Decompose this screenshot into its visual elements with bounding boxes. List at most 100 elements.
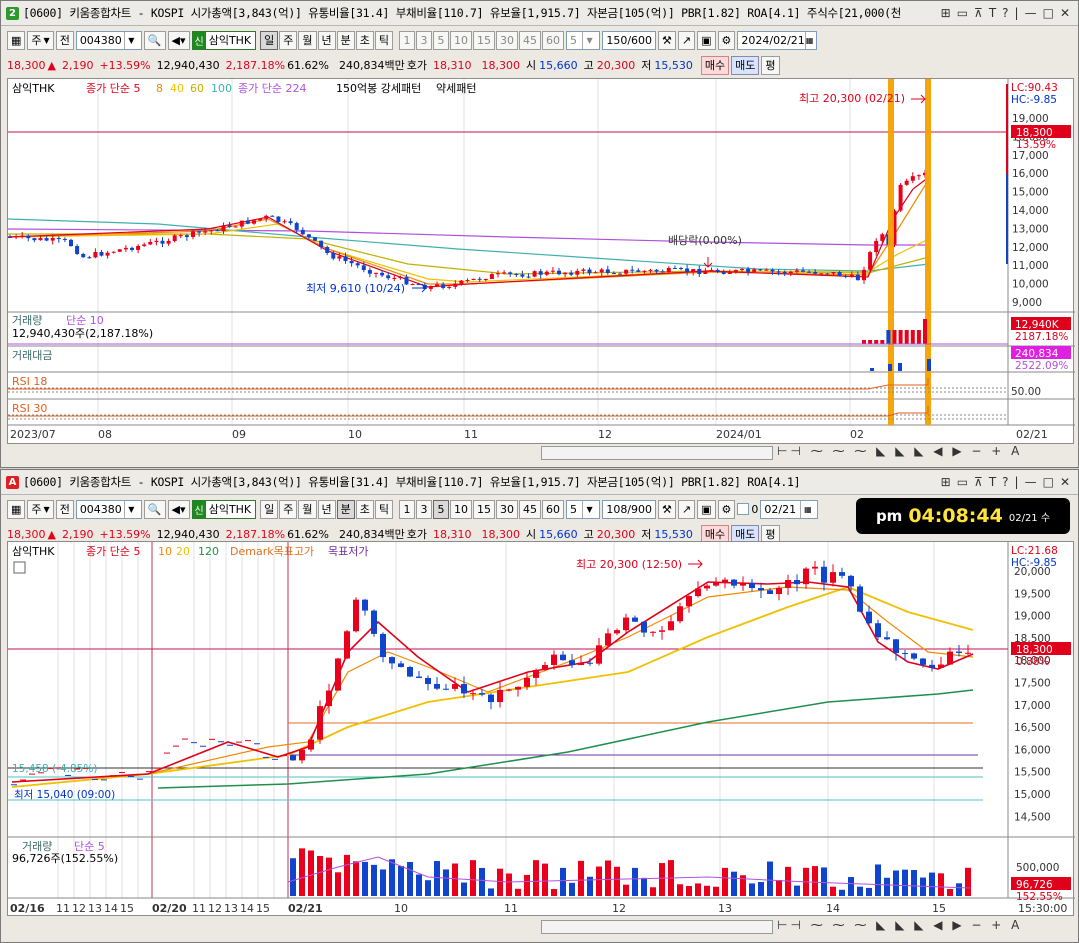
minimize-icon[interactable]: —	[1025, 6, 1037, 20]
minimize-tray-icon[interactable]: ▭	[957, 6, 968, 20]
dividend-annotation: 배당락(0.00%)	[668, 234, 742, 247]
link-icon[interactable]: ⊞	[941, 6, 951, 20]
period-year[interactable]: 년	[317, 499, 336, 519]
grid-icon[interactable]: ▦	[7, 30, 26, 50]
maximize-icon[interactable]: □	[1043, 475, 1054, 489]
maximize-icon[interactable]: □	[1043, 6, 1054, 20]
chart-tools-icon[interactable]: ⚒	[658, 30, 676, 50]
stock-name-field[interactable]: 신 삼익THK	[191, 30, 257, 50]
help-icon[interactable]: ?	[1002, 6, 1008, 20]
sound-icon[interactable]: ◀▾	[167, 499, 190, 519]
minimize-tray-icon[interactable]: ▭	[957, 475, 968, 489]
period-left-select[interactable]: 주 ▼	[27, 499, 54, 519]
settings-icon[interactable]: ⚙	[717, 30, 736, 50]
sound-icon[interactable]: ◀▾	[167, 30, 190, 50]
search-icon[interactable]: 🔍	[143, 499, 166, 519]
save-icon[interactable]: ▣	[697, 499, 716, 519]
interval-15[interactable]: 15	[473, 499, 496, 519]
minute-chart-svg[interactable]: 삼익THK 종가 단순 5 10 20 120 Demark목표고가 목표저가 …	[8, 542, 1075, 915]
help-icon[interactable]: ?	[1002, 475, 1008, 489]
search-icon[interactable]: 🔍	[143, 30, 166, 50]
close-icon[interactable]: ✕	[1060, 475, 1070, 489]
period-month[interactable]: 월	[298, 499, 317, 519]
table-icon[interactable]	[13, 561, 26, 574]
candle	[56, 238, 61, 240]
text-icon[interactable]: T	[989, 6, 996, 20]
indicator-icon[interactable]: ↗	[677, 30, 696, 50]
avg-button[interactable]: 평	[761, 55, 780, 75]
save-icon[interactable]: ▣	[697, 30, 716, 50]
stock-name-field[interactable]: 신 삼익THK	[191, 499, 257, 519]
candle	[825, 273, 830, 275]
indicator-icon[interactable]: ↗	[677, 499, 696, 519]
buy-button[interactable]: 매수	[700, 55, 730, 75]
checkbox[interactable]	[737, 503, 750, 515]
candle	[956, 651, 962, 653]
interval-60[interactable]: 60	[542, 30, 565, 50]
period-second[interactable]: 초	[355, 499, 374, 519]
period-day[interactable]: 일	[260, 499, 279, 519]
minute-chart-area[interactable]: 삼익THK 종가 단순 5 10 20 120 Demark목표고가 목표저가 …	[7, 541, 1075, 916]
interval-30[interactable]: 30	[496, 499, 519, 519]
interval-5[interactable]: 5	[433, 30, 450, 50]
period-tick[interactable]: 틱	[374, 499, 394, 519]
period-tick[interactable]: 틱	[374, 30, 394, 50]
checkbox-value: 0	[751, 502, 759, 516]
volume-bar	[938, 873, 944, 896]
close-icon[interactable]: ✕	[1060, 6, 1070, 20]
period-week[interactable]: 주	[279, 30, 298, 50]
daily-chart-area[interactable]: 삼익THK 종가 단순 5 8 40 60 100 종가 단순 224 150억…	[7, 78, 1075, 444]
chart-tools-icon[interactable]: ⚒	[658, 499, 676, 519]
interval-45[interactable]: 45	[519, 30, 542, 50]
legend-ma10: 10	[158, 545, 172, 558]
interval-3[interactable]: 3	[416, 499, 433, 519]
interval-5[interactable]: 5	[433, 499, 450, 519]
prev-button[interactable]: 전	[55, 30, 74, 50]
window-title-bar[interactable]: 2 [0600] 키움종합차트 - KOSPI 시가총액[3,843(억)] 유…	[1, 1, 1078, 26]
bar-count-input[interactable]: 108/900	[602, 499, 657, 519]
window-title-bar[interactable]: A [0600] 키움종합차트 - KOSPI 시가총액[3,843(억)] 유…	[1, 470, 1078, 495]
period-week[interactable]: 주	[279, 499, 298, 519]
interval-10[interactable]: 10	[450, 499, 473, 519]
stock-code-input[interactable]: 004380 ▼	[75, 30, 142, 50]
link-icon[interactable]: ⊞	[941, 475, 951, 489]
date-input[interactable]: 02/21 ▦	[760, 499, 819, 519]
period-minute[interactable]: 분	[336, 30, 355, 50]
grid-vertical	[57, 542, 935, 898]
interval-1[interactable]: 1	[399, 499, 416, 519]
interval-3[interactable]: 3	[416, 30, 433, 50]
date-input[interactable]: 2024/02/21 ▦	[737, 30, 818, 50]
period-month[interactable]: 월	[298, 30, 317, 50]
zoom-controls[interactable]: ⊢⊣ ⁓ ⁓ ⁓ ◣ ◣ ◣ ◀ ▶ − + A	[777, 444, 1022, 458]
interval-select[interactable]: 5 ▼	[566, 499, 601, 519]
chart-scrollbar[interactable]	[541, 446, 773, 460]
period-day[interactable]: 일	[260, 30, 279, 50]
period-minute[interactable]: 분	[336, 499, 355, 519]
period-year[interactable]: 년	[317, 30, 336, 50]
zoom-controls[interactable]: ⊢⊣ ⁓ ⁓ ⁓ ◣ ◣ ◣ ◀ ▶ − + A	[777, 918, 1022, 932]
interval-1[interactable]: 1	[399, 30, 416, 50]
interval-30[interactable]: 30	[496, 30, 519, 50]
pin-icon[interactable]: ⊼	[974, 475, 983, 489]
sell-button[interactable]: 매도	[731, 55, 760, 75]
grid-icon[interactable]: ▦	[7, 499, 26, 519]
interval-45[interactable]: 45	[519, 499, 542, 519]
interval-60[interactable]: 60	[542, 499, 565, 519]
stock-code-input[interactable]: 004380 ▼	[75, 499, 142, 519]
candle	[130, 247, 134, 250]
minimize-icon[interactable]: —	[1025, 475, 1037, 489]
text-icon[interactable]: T	[989, 475, 996, 489]
interval-select[interactable]: 5 ▼	[566, 30, 601, 50]
period-left-select[interactable]: 주 ▼	[27, 30, 54, 50]
candle	[550, 270, 555, 272]
period-second[interactable]: 초	[355, 30, 374, 50]
volume-tag: 12,940K	[1015, 319, 1060, 331]
pin-icon[interactable]: ⊼	[974, 6, 983, 20]
interval-10[interactable]: 10	[450, 30, 473, 50]
prev-button[interactable]: 전	[55, 499, 74, 519]
interval-15[interactable]: 15	[473, 30, 496, 50]
daily-chart-svg[interactable]: 삼익THK 종가 단순 5 8 40 60 100 종가 단순 224 150억…	[7, 79, 1075, 443]
settings-icon[interactable]: ⚙	[717, 499, 736, 519]
chart-scrollbar[interactable]	[541, 920, 773, 934]
bar-count-input[interactable]: 150/600	[602, 30, 657, 50]
